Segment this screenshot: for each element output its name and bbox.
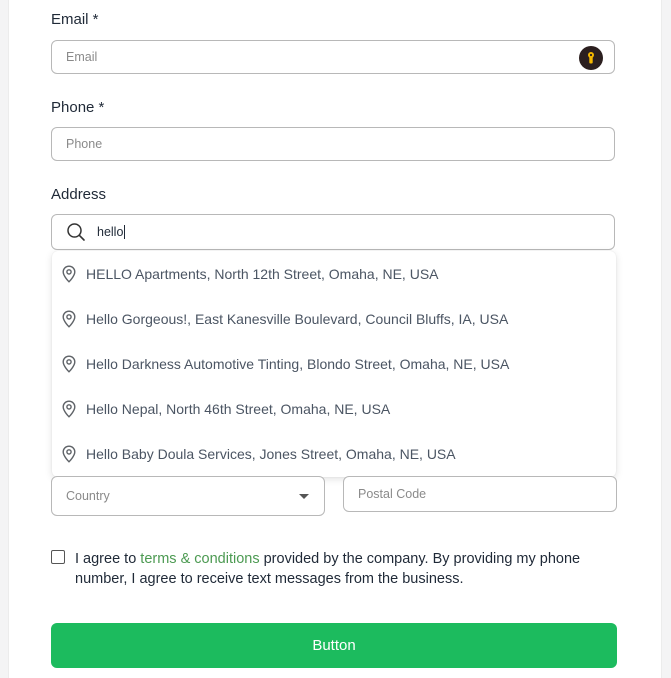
submit-button[interactable]: Button (51, 623, 617, 668)
suggestion-item[interactable]: Hello Darkness Automotive Tinting, Blond… (52, 341, 616, 386)
map-pin-icon (62, 264, 76, 283)
phone-field[interactable] (51, 127, 615, 161)
text-caret (124, 225, 126, 239)
postal-code-placeholder: Postal Code (358, 487, 427, 501)
suggestion-text: Hello Nepal, North 46th Street, Omaha, N… (86, 400, 391, 417)
password-manager-key-icon[interactable] (579, 46, 603, 70)
keyhole-icon (588, 52, 594, 64)
email-input[interactable] (66, 41, 546, 73)
address-label: Address (51, 186, 107, 203)
suggestion-item[interactable]: HELLO Apartments, North 12th Street, Oma… (52, 251, 616, 296)
suggestion-text: Hello Gorgeous!, East Kanesville Bouleva… (86, 310, 509, 327)
address-suggestions: HELLO Apartments, North 12th Street, Oma… (52, 251, 616, 477)
suggestion-item[interactable]: Hello Nepal, North 46th Street, Omaha, N… (52, 386, 616, 431)
postal-code-field[interactable]: Postal Code (343, 476, 617, 512)
suggestion-item[interactable]: Hello Gorgeous!, East Kanesville Bouleva… (52, 296, 616, 341)
terms-link[interactable]: terms & conditions (140, 551, 259, 567)
country-placeholder: Country (66, 489, 110, 503)
phone-input[interactable] (66, 128, 546, 160)
suggestion-item[interactable]: Hello Baby Doula Services, Jones Street,… (52, 431, 616, 476)
address-input-value: hello (97, 225, 124, 239)
consent-prefix: I agree to (75, 551, 141, 567)
suggestion-text: HELLO Apartments, North 12th Street, Oma… (86, 265, 439, 282)
map-pin-icon (62, 309, 76, 328)
terms-checkbox[interactable] (51, 550, 65, 564)
suggestion-text: Hello Baby Doula Services, Jones Street,… (86, 445, 456, 462)
suggestion-text: Hello Darkness Automotive Tinting, Blond… (86, 355, 510, 372)
address-field[interactable]: hello (51, 214, 615, 250)
email-label: Email * (51, 11, 99, 28)
map-pin-icon (62, 444, 76, 463)
address-input[interactable]: hello (97, 215, 126, 249)
consent-text: I agree to terms & conditions provided b… (75, 549, 615, 589)
chevron-down-icon (299, 494, 309, 499)
map-pin-icon (62, 354, 76, 373)
phone-label: Phone * (51, 99, 105, 116)
email-field[interactable] (51, 40, 615, 74)
country-select[interactable]: Country (51, 476, 325, 516)
search-icon (67, 223, 85, 241)
map-pin-icon (62, 399, 76, 418)
